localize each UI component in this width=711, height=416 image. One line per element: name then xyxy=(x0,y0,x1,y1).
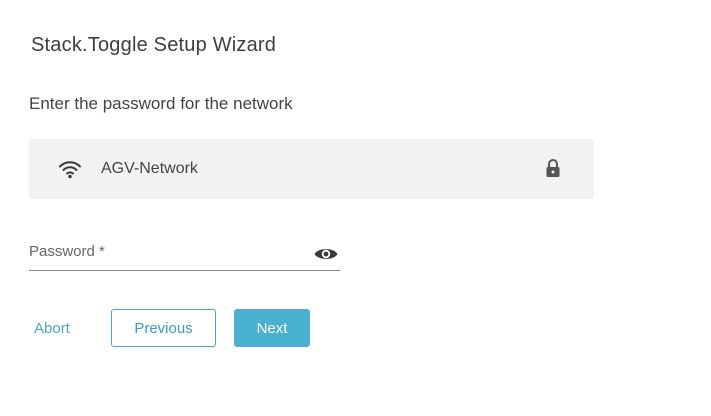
selected-network-card: AGV-Network xyxy=(29,139,594,199)
eye-icon[interactable] xyxy=(313,245,339,263)
wifi-icon xyxy=(58,159,82,179)
password-field[interactable]: Password * xyxy=(29,236,340,271)
password-label: Password * xyxy=(29,243,105,260)
lock-icon xyxy=(544,158,562,179)
previous-button[interactable]: Previous xyxy=(111,309,216,347)
next-button[interactable]: Next xyxy=(234,309,310,347)
network-name: AGV-Network xyxy=(101,160,198,177)
abort-link[interactable]: Abort xyxy=(34,320,70,337)
password-prompt: Enter the password for the network xyxy=(29,94,293,113)
wizard-title: Stack.Toggle Setup Wizard xyxy=(31,34,277,56)
